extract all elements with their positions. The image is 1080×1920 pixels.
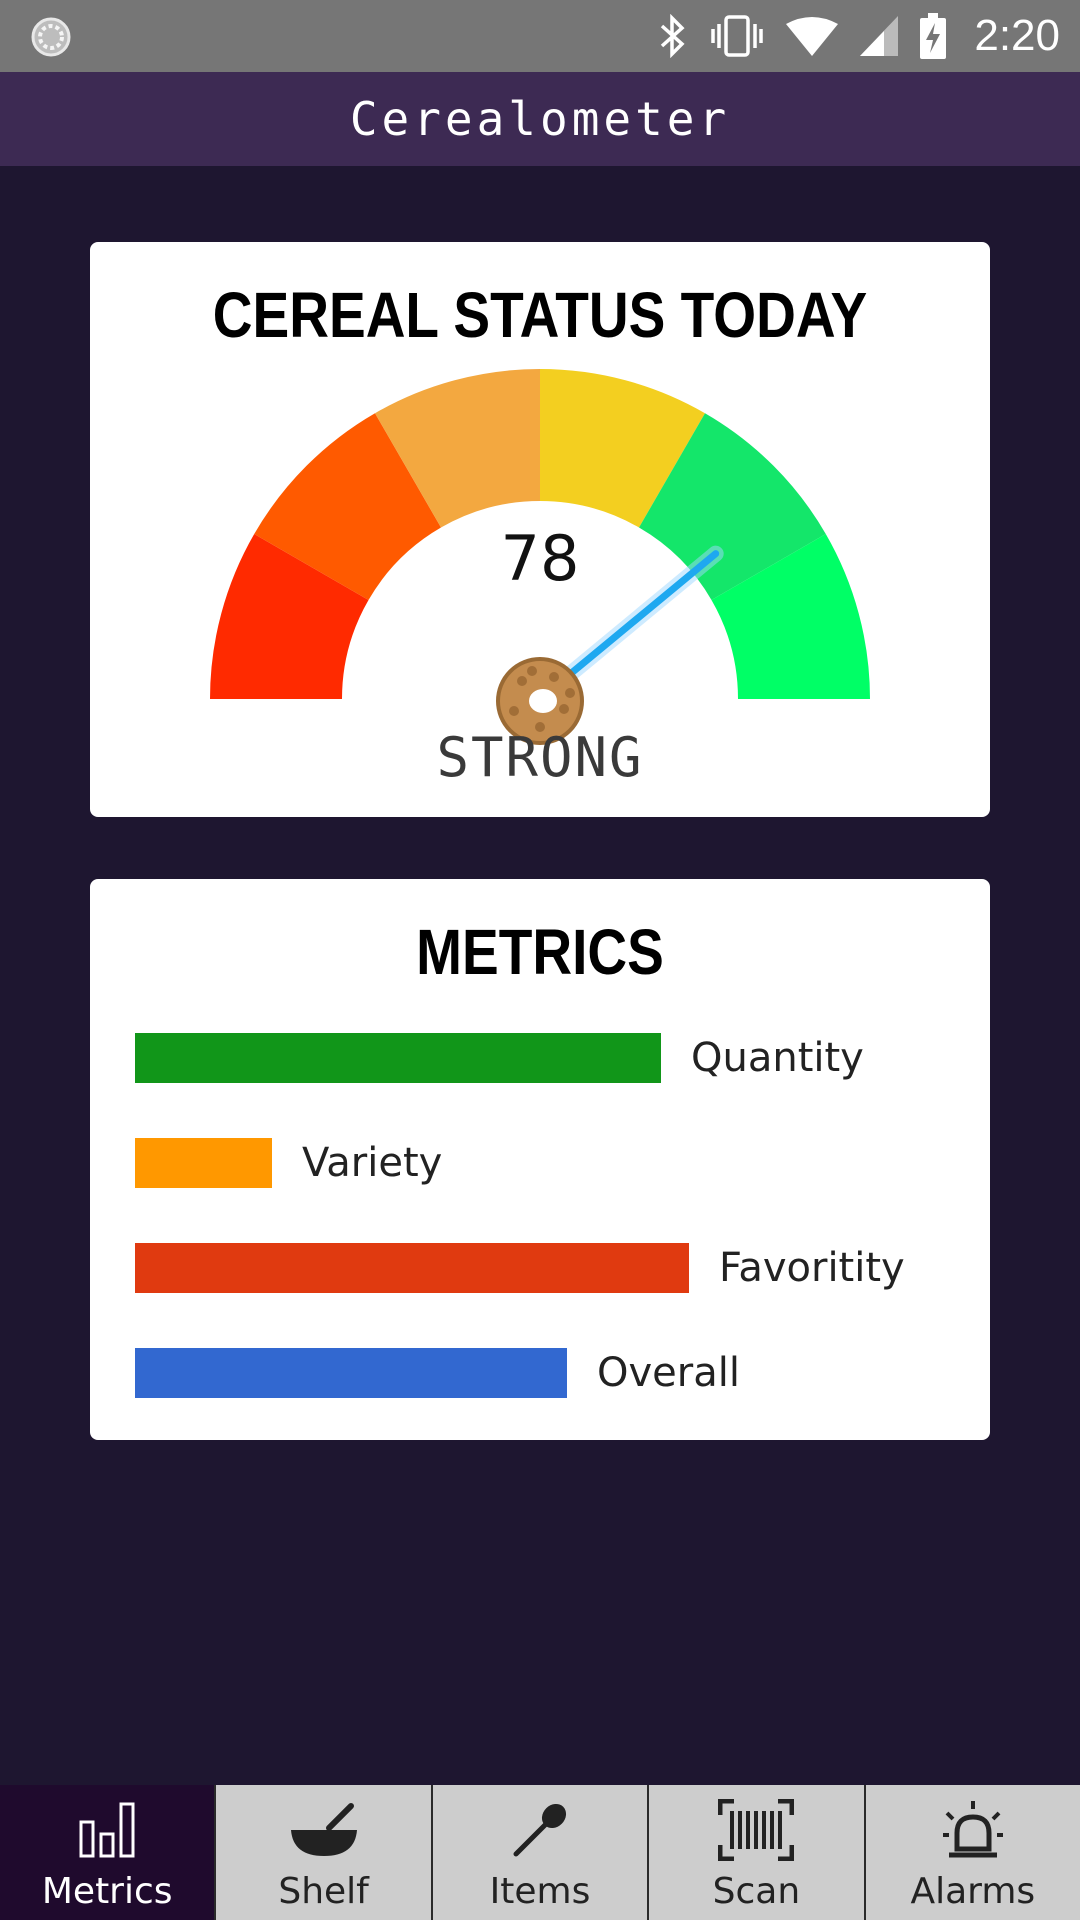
metric-row-quantity: Quantity (135, 1033, 864, 1083)
loading-spinner-icon (31, 17, 71, 57)
bowl-icon (289, 1797, 359, 1863)
nav-label: Items (489, 1871, 591, 1912)
spoon-icon (510, 1797, 570, 1863)
nav-tab-shelf[interactable]: Shelf (214, 1785, 430, 1920)
nav-tab-scan[interactable]: Scan (647, 1785, 863, 1920)
metric-row-variety: Variety (135, 1138, 442, 1188)
status-time: 2:20 (974, 11, 1060, 60)
metrics-title: METRICS (416, 916, 664, 988)
cereal-status-card: CEREAL STATUS TODAY 78 STRONG (90, 242, 990, 817)
battery-charging-icon (920, 13, 947, 59)
nav-label: Shelf (278, 1871, 369, 1912)
app-bar: Cerealometer (0, 72, 1080, 166)
nav-label: Alarms (910, 1871, 1036, 1912)
metric-bar (135, 1348, 567, 1398)
nav-label: Scan (712, 1871, 801, 1912)
metric-label: Quantity (691, 1035, 864, 1081)
metric-label: Favoritity (719, 1245, 905, 1291)
gauge-status-label: STRONG (436, 726, 644, 789)
metric-row-overall: Overall (135, 1348, 740, 1398)
bar-chart-icon (77, 1797, 137, 1863)
metrics-card: METRICS Quantity Variety Favoritity Over… (90, 879, 990, 1440)
metric-label: Variety (302, 1140, 443, 1186)
nav-tab-items[interactable]: Items (430, 1785, 647, 1920)
barcode-scan-icon (718, 1797, 795, 1863)
metric-bar (135, 1243, 689, 1293)
vibrate-icon (711, 15, 764, 57)
cell-signal-icon (860, 16, 899, 56)
nav-label: Metrics (41, 1871, 173, 1912)
bluetooth-icon (661, 14, 685, 58)
app-title: Cerealometer (349, 92, 731, 146)
nav-tab-alarms[interactable]: Alarms (863, 1785, 1080, 1920)
metric-label: Overall (597, 1350, 740, 1396)
metric-bar (135, 1138, 272, 1188)
metric-bar (135, 1033, 661, 1083)
wifi-icon (786, 17, 839, 56)
metric-row-favoritity: Favoritity (135, 1243, 905, 1293)
bottom-navigation: Metrics Shelf Items Scan Alarms (0, 1785, 1080, 1920)
alarm-siren-icon (941, 1797, 1005, 1863)
nav-tab-metrics[interactable]: Metrics (0, 1785, 215, 1920)
gauge-value: 78 (500, 522, 580, 595)
status-bar: 2:20 (0, 0, 1080, 72)
